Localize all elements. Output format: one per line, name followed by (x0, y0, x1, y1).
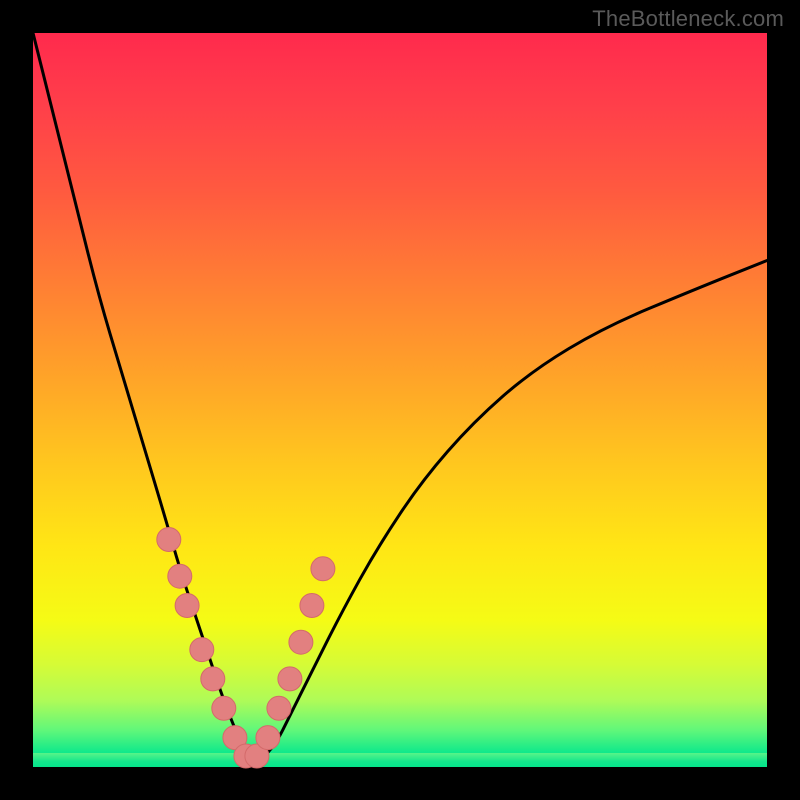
curve-marker (212, 696, 236, 720)
curve-marker (278, 667, 302, 691)
curve-marker (289, 630, 313, 654)
marker-group (157, 528, 335, 769)
curve-marker (300, 594, 324, 618)
curve-marker (190, 638, 214, 662)
bottleneck-curve (33, 33, 767, 760)
curve-marker (168, 564, 192, 588)
curve-marker (311, 557, 335, 581)
curve-marker (267, 696, 291, 720)
chart-stage: TheBottleneck.com (0, 0, 800, 800)
curve-marker (201, 667, 225, 691)
watermark-text: TheBottleneck.com (592, 6, 784, 32)
curve-marker (256, 726, 280, 750)
plot-area (33, 33, 767, 767)
bottleneck-curve-svg (33, 33, 767, 767)
curve-marker (157, 528, 181, 552)
curve-marker (175, 594, 199, 618)
